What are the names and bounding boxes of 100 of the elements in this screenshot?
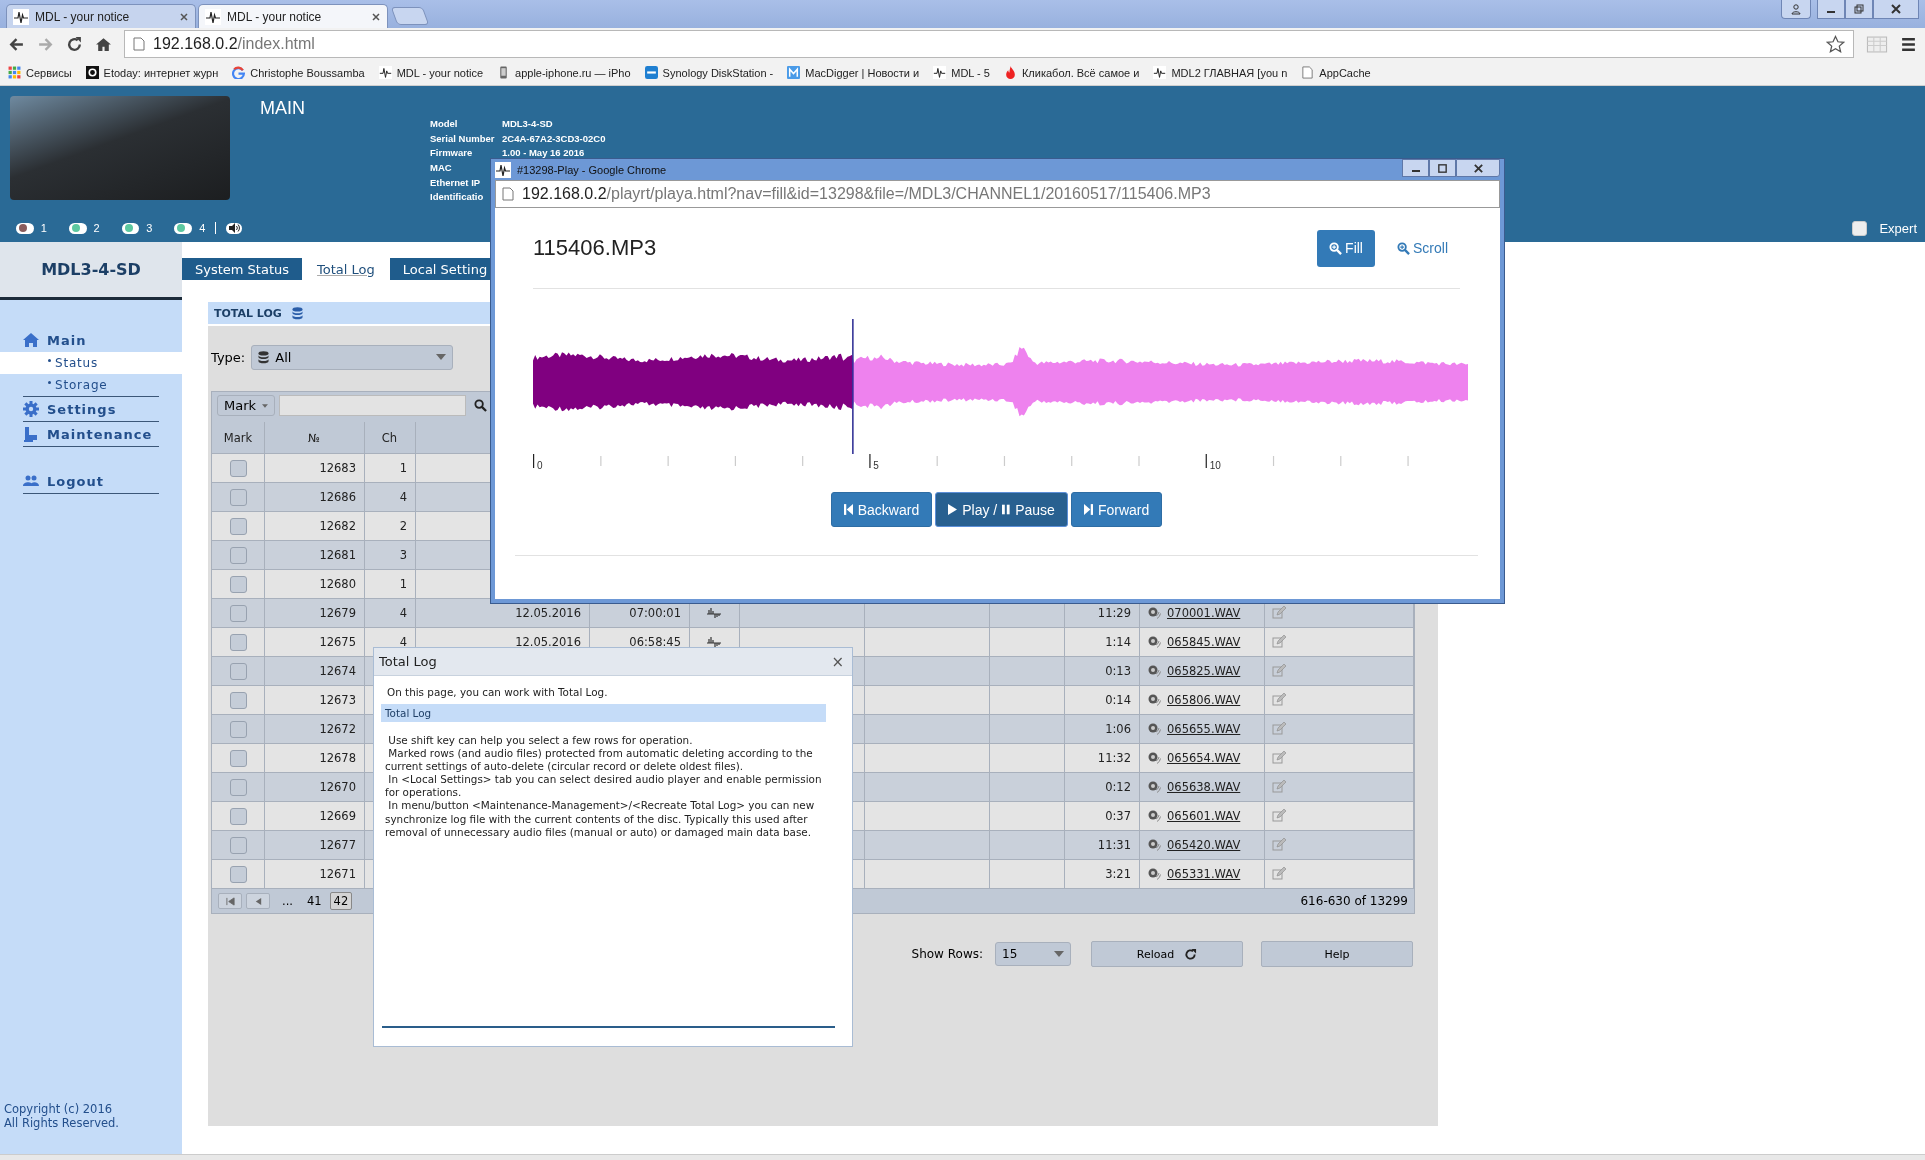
playback-button[interactable]: Backward	[830, 492, 933, 527]
speaker-icon[interactable]	[1147, 693, 1161, 707]
reload-icon[interactable]	[66, 35, 83, 53]
bookmark-link[interactable]: Кликабол. Всё самое и	[1003, 66, 1140, 79]
row-checkbox[interactable]	[229, 575, 247, 593]
type-select[interactable]: All	[251, 344, 454, 370]
nav-subitem[interactable]: Status	[0, 352, 182, 374]
page-link[interactable]: 42	[329, 892, 353, 910]
edit-icon[interactable]	[1272, 867, 1286, 881]
edit-icon[interactable]	[1272, 664, 1286, 678]
search-icon[interactable]	[474, 399, 487, 412]
speaker-icon[interactable]	[1147, 751, 1161, 765]
speaker-icon[interactable]	[1147, 606, 1161, 620]
mark-select[interactable]: Mark	[217, 395, 275, 416]
file-link[interactable]: 065806.WAV	[1167, 693, 1241, 707]
file-link[interactable]: 065825.WAV	[1167, 664, 1241, 678]
bookmark-link[interactable]: MacDigger | Новости и	[787, 66, 920, 79]
row-checkbox[interactable]	[229, 720, 247, 738]
row-checkbox[interactable]	[229, 604, 247, 622]
maximize-button[interactable]	[1429, 159, 1456, 177]
speaker-icon[interactable]	[1147, 664, 1161, 678]
column-header[interactable]: №	[264, 422, 364, 453]
file-link[interactable]: 065601.WAV	[1167, 809, 1241, 823]
row-checkbox[interactable]	[229, 778, 247, 796]
row-checkbox[interactable]	[229, 517, 247, 535]
minimize-button[interactable]	[1402, 159, 1429, 177]
nav-item[interactable]: Main	[23, 328, 159, 352]
browser-tab[interactable]: MDL - your notice	[198, 4, 388, 28]
bookmark-link[interactable]: MDL2 ГЛАВНАЯ [you n	[1153, 66, 1288, 79]
bookmark-link[interactable]: Сервисы	[8, 66, 72, 79]
file-link[interactable]: 070001.WAV	[1167, 606, 1241, 620]
speaker-icon[interactable]	[1147, 722, 1161, 736]
edit-icon[interactable]	[1272, 838, 1286, 852]
tab[interactable]: System Status	[182, 258, 303, 280]
row-checkbox[interactable]	[229, 836, 247, 854]
speaker-icon[interactable]	[1147, 809, 1161, 823]
row-checkbox[interactable]	[229, 865, 247, 883]
bookmark-link[interactable]: MDL - 5	[933, 66, 990, 79]
file-link[interactable]: 065845.WAV	[1167, 635, 1241, 649]
help-button[interactable]: Help	[1261, 941, 1413, 967]
speaker-icon[interactable]	[1147, 838, 1161, 852]
bookmark-link[interactable]: Etoday: интернет журн	[85, 66, 219, 79]
speaker-toggle[interactable]	[225, 222, 242, 234]
row-checkbox[interactable]	[229, 488, 247, 506]
edit-icon[interactable]	[1272, 693, 1286, 707]
file-link[interactable]: 065638.WAV	[1167, 780, 1241, 794]
star-icon[interactable]	[1826, 34, 1845, 54]
speaker-icon[interactable]	[1147, 867, 1161, 881]
address-bar[interactable]: 192.168.0.2/index.html	[124, 30, 1854, 58]
zoom-mode-button[interactable]: Scroll	[1385, 229, 1460, 267]
edit-icon[interactable]	[1272, 722, 1286, 736]
speaker-icon[interactable]	[1147, 635, 1161, 649]
nav-item[interactable]: Logout	[23, 469, 159, 494]
edit-icon[interactable]	[1272, 809, 1286, 823]
column-header[interactable]: Ch	[364, 422, 415, 453]
row-checkbox[interactable]	[229, 691, 247, 709]
bookmark-link[interactable]: MDL - your notice	[378, 66, 484, 79]
search-field[interactable]	[279, 395, 466, 416]
previous-page-button[interactable]	[246, 893, 270, 909]
nav-subitem[interactable]: Storage	[23, 374, 159, 397]
page-link[interactable]: 41	[302, 892, 326, 910]
bookmark-link[interactable]: AppCache	[1301, 66, 1371, 79]
reload-button[interactable]: Reload	[1091, 941, 1243, 967]
file-link[interactable]: 065655.WAV	[1167, 722, 1241, 736]
file-link[interactable]: 065331.WAV	[1167, 867, 1241, 881]
bookmark-link[interactable]: Christophe Boussamba	[232, 66, 365, 79]
home-icon[interactable]	[95, 35, 112, 53]
row-checkbox[interactable]	[229, 546, 247, 564]
minimize-button[interactable]	[1817, 0, 1845, 19]
menu-icon[interactable]	[1900, 35, 1917, 53]
file-link[interactable]: 065420.WAV	[1167, 838, 1241, 852]
close-icon[interactable]	[371, 11, 381, 22]
close-icon[interactable]	[179, 11, 189, 22]
zoom-mode-button[interactable]: Fill	[1317, 229, 1375, 267]
bookmark-link[interactable]: Synology DiskStation -	[644, 66, 774, 79]
close-button[interactable]	[1456, 159, 1500, 177]
first-page-button[interactable]	[218, 893, 242, 909]
close-button[interactable]	[1873, 0, 1919, 19]
extension-icon[interactable]	[1866, 35, 1888, 53]
nav-item[interactable]: Maintenance	[23, 422, 159, 447]
rows-select[interactable]: 15	[995, 942, 1071, 966]
row-checkbox[interactable]	[229, 807, 247, 825]
close-button[interactable]: ×	[831, 652, 844, 671]
speaker-icon[interactable]	[1147, 780, 1161, 794]
edit-icon[interactable]	[1272, 635, 1286, 649]
file-link[interactable]: 065654.WAV	[1167, 751, 1241, 765]
playback-button[interactable]: Forward	[1070, 492, 1163, 527]
browser-tab[interactable]: MDL - your notice	[6, 4, 196, 28]
playback-button[interactable]: Play / Pause	[935, 492, 1068, 527]
new-tab-button[interactable]	[390, 7, 430, 25]
restore-button[interactable]	[1845, 0, 1873, 19]
address-bar[interactable]: 192.168.0.2/playrt/playa.html?nav=fill&id=13298&file=/MDL3/CHANNEL1/20160517/115406.MP3	[495, 180, 1500, 208]
edit-icon[interactable]	[1272, 606, 1286, 620]
row-checkbox[interactable]	[229, 459, 247, 477]
nav-item[interactable]: Settings	[23, 397, 159, 422]
edit-icon[interactable]	[1272, 751, 1286, 765]
row-checkbox[interactable]	[229, 633, 247, 651]
edit-icon[interactable]	[1272, 780, 1286, 794]
column-header[interactable]: Mark	[212, 422, 264, 453]
bookmark-link[interactable]: apple-iphone.ru — iPho	[497, 66, 631, 79]
